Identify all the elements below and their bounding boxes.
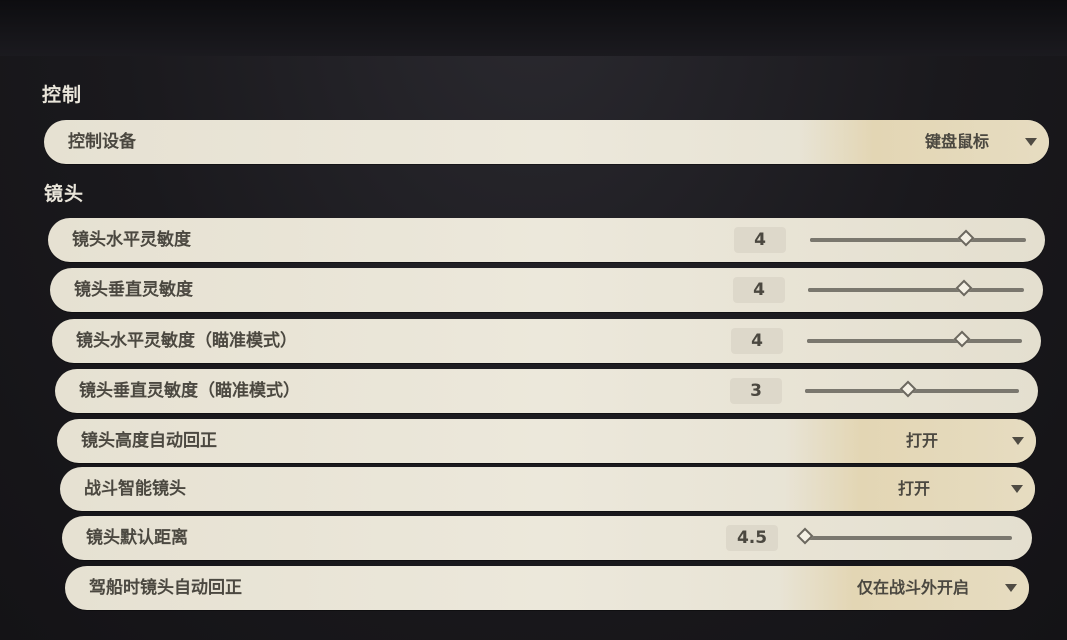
combat-smart-cam-dropdown[interactable]: 打开 xyxy=(785,467,1035,511)
boat-cam-auto-dropdown[interactable]: 仅在战斗外开启 xyxy=(779,566,1029,610)
cam-default-dist-label: 镜头默认距离 xyxy=(86,528,188,548)
cam-height-auto-row[interactable]: 镜头高度自动回正 打开 xyxy=(57,419,1036,463)
control-device-dropdown[interactable]: 键盘鼠标 xyxy=(799,120,1049,164)
cam-height-auto-dropdown[interactable]: 打开 xyxy=(786,419,1036,463)
screen-bezel xyxy=(0,0,1067,56)
cam-v-sens-aim-row: 镜头垂直灵敏度（瞄准模式） 3 xyxy=(55,369,1038,413)
cam-v-sens-aim-slider[interactable] xyxy=(805,380,1019,398)
slider-thumb[interactable] xyxy=(953,330,971,348)
section-title-camera: 镜头 xyxy=(44,183,85,205)
cam-default-dist-slider[interactable] xyxy=(796,527,1012,545)
combat-smart-cam-value: 打开 xyxy=(897,479,930,498)
chevron-down-icon xyxy=(1011,485,1023,493)
control-device-value: 键盘鼠标 xyxy=(924,132,989,151)
chevron-down-icon xyxy=(1012,437,1024,445)
cam-height-auto-label: 镜头高度自动回正 xyxy=(81,431,217,451)
cam-h-sens-aim-row: 镜头水平灵敏度（瞄准模式） 4 xyxy=(52,319,1041,363)
combat-smart-cam-row[interactable]: 战斗智能镜头 打开 xyxy=(60,467,1035,511)
control-device-label: 控制设备 xyxy=(68,132,136,152)
slider-fill xyxy=(807,339,964,343)
cam-h-sens-slider[interactable] xyxy=(810,229,1026,247)
section-title-control: 控制 xyxy=(42,84,83,106)
cam-h-sens-row: 镜头水平灵敏度 4 xyxy=(48,218,1045,262)
chevron-down-icon xyxy=(1025,138,1037,146)
cam-h-sens-aim-slider[interactable] xyxy=(807,330,1022,348)
cam-v-sens-aim-value: 3 xyxy=(730,378,782,404)
cam-v-sens-row: 镜头垂直灵敏度 4 xyxy=(50,268,1043,312)
cam-h-sens-label: 镜头水平灵敏度 xyxy=(72,230,191,250)
cam-height-auto-value: 打开 xyxy=(905,431,938,450)
control-device-row[interactable]: 控制设备 键盘鼠标 xyxy=(44,120,1049,164)
cam-h-sens-value: 4 xyxy=(734,227,786,253)
cam-v-sens-slider[interactable] xyxy=(808,279,1024,297)
cam-v-sens-label: 镜头垂直灵敏度 xyxy=(74,280,193,300)
slider-thumb[interactable] xyxy=(796,527,814,545)
slider-fill xyxy=(805,389,910,393)
cam-v-sens-aim-label: 镜头垂直灵敏度（瞄准模式） xyxy=(79,381,300,401)
slider-fill xyxy=(810,238,968,242)
slider-fill xyxy=(808,288,966,292)
cam-v-sens-value: 4 xyxy=(733,277,785,303)
slider-thumb[interactable] xyxy=(899,380,917,398)
slider-thumb[interactable] xyxy=(955,279,973,297)
boat-cam-auto-value: 仅在战斗外开启 xyxy=(856,578,969,597)
cam-default-dist-row: 镜头默认距离 4.5 xyxy=(62,516,1032,560)
chevron-down-icon xyxy=(1005,584,1017,592)
slider-thumb[interactable] xyxy=(957,229,975,247)
boat-cam-auto-row[interactable]: 驾船时镜头自动回正 仅在战斗外开启 xyxy=(65,566,1029,610)
cam-h-sens-aim-label: 镜头水平灵敏度（瞄准模式） xyxy=(76,331,297,351)
boat-cam-auto-label: 驾船时镜头自动回正 xyxy=(89,578,242,598)
cam-h-sens-aim-value: 4 xyxy=(731,328,783,354)
cam-default-dist-value: 4.5 xyxy=(726,525,778,551)
combat-smart-cam-label: 战斗智能镜头 xyxy=(84,479,186,499)
